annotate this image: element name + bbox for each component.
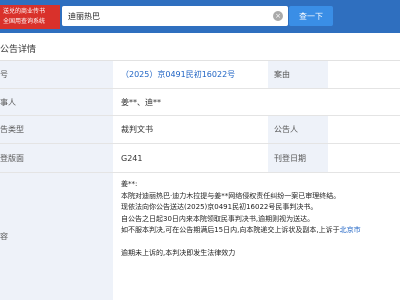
promo-banner[interactable]: 送兑的商业传书 全国用查询系统: [0, 5, 60, 29]
content-label: 容: [0, 173, 113, 300]
case-number-label: 号: [0, 61, 113, 88]
content-line-blank: [121, 237, 392, 249]
promo-line-2: 全国用查询系统: [3, 18, 46, 25]
section-header: 公告详情: [0, 33, 400, 61]
content-value: 姜**: 本院对迪丽热巴·迪力木拉提与姜**网络侵权责任纠纷一案已审理终结。 现…: [113, 173, 400, 300]
clear-icon[interactable]: ×: [273, 11, 283, 21]
party-label: 事人: [0, 89, 113, 115]
publish-date-label: 刊登日期: [268, 144, 328, 172]
content-line-4: 如不服本判决,可在公告期满后15日内,向本院递交上诉状及副本,上诉于北京市: [121, 225, 392, 237]
top-header: 送兑的商业传书 全国用查询系统 × 查一下: [0, 0, 400, 33]
type-label: 告类型: [0, 116, 113, 143]
publish-date-value: [328, 144, 400, 172]
search-button[interactable]: 查一下: [289, 6, 333, 26]
promo-line-1: 送兑的商业传书: [3, 8, 46, 15]
row-type: 告类型 裁判文书 公告人: [0, 116, 400, 144]
search-input[interactable]: [62, 6, 288, 26]
cause-label: 案由: [268, 61, 328, 88]
announcer-label: 公告人: [268, 116, 328, 143]
cause-value: [328, 61, 400, 88]
page-label: 登版面: [0, 144, 113, 172]
row-case-number: 号 （2025）京0491民初16022号 案由: [0, 61, 400, 89]
appeal-text: 如不服本判决,可在公告期满后15日内,向本院递交上诉状及副本,上诉于: [121, 226, 340, 234]
content-line-3: 自公告之日起30日内来本院领取民事判决书,逾期则视为送达。: [121, 214, 315, 223]
court-link[interactable]: 北京市: [340, 226, 361, 234]
case-number-value[interactable]: （2025）京0491民初16022号: [113, 61, 268, 88]
content-line-7: 逾期未上诉的,本判决即发生法律效力: [121, 249, 236, 257]
party-value: 姜**、迪**: [113, 89, 400, 115]
announcer-value: [328, 116, 400, 143]
content-line-1: 本院对迪丽热巴·迪力木拉提与姜**网络侵权责任纠纷一案已审理终结。: [121, 191, 341, 200]
page-title: 公告详情: [0, 45, 37, 55]
row-page: 登版面 G241 刊登日期: [0, 144, 400, 173]
content-line-2: 现依法向你公告送达(2025)京0491民初16022号民事判决书。: [121, 203, 318, 211]
type-value: 裁判文书: [113, 116, 268, 143]
row-content: 容 姜**: 本院对迪丽热巴·迪力木拉提与姜**网络侵权责任纠纷一案已审理终结。…: [0, 173, 400, 300]
row-party: 事人 姜**、迪**: [0, 89, 400, 116]
page-value: G241: [113, 144, 268, 172]
content-line-salutation: 姜**:: [121, 180, 138, 188]
